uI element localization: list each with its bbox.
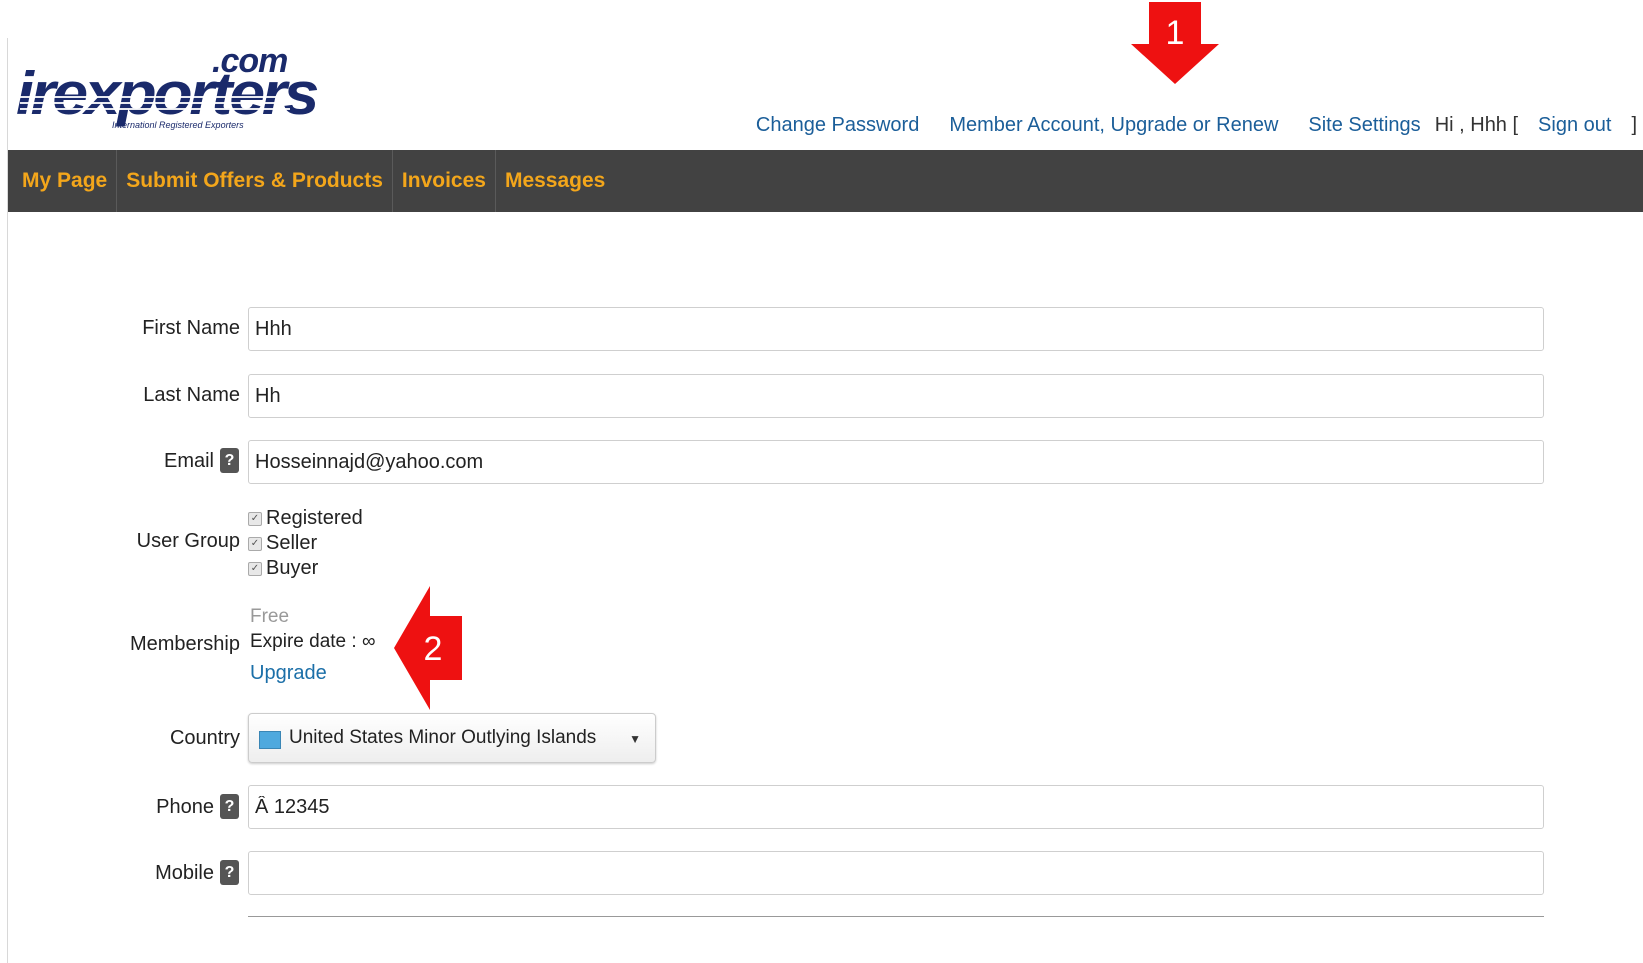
phone-label: Phone xyxy=(156,796,214,818)
member-account-link[interactable]: Member Account, Upgrade or Renew xyxy=(949,114,1278,137)
annotation-number-2: 2 xyxy=(423,630,443,668)
seller-label: Seller xyxy=(266,532,318,554)
buyer-label: Buyer xyxy=(266,557,319,579)
buyer-checkbox[interactable]: ✓ xyxy=(248,561,262,576)
last-name-field[interactable] xyxy=(248,374,1544,418)
logo-tagline: Internationl Registered Exporters xyxy=(112,120,244,130)
sign-out-link[interactable]: Sign out xyxy=(1538,114,1611,137)
nav-messages[interactable]: Messages xyxy=(496,150,614,212)
email-label: Email xyxy=(163,450,214,472)
phone-help-icon[interactable]: ? xyxy=(220,794,239,819)
registered-label: Registered xyxy=(266,507,363,529)
last-name-label: Last Name xyxy=(143,384,240,406)
first-name-label: First Name xyxy=(142,317,240,339)
country-value: United States Minor Outlying Islands xyxy=(289,727,597,748)
site-settings-link[interactable]: Site Settings xyxy=(1308,114,1420,137)
nav-submit-offers[interactable]: Submit Offers & Products xyxy=(117,150,393,212)
dropdown-caret-icon: ▼ xyxy=(629,732,641,746)
user-group-registered[interactable]: ✓ Registered xyxy=(248,507,363,530)
membership-expire-date: Expire date : ∞ xyxy=(250,631,376,652)
change-password-link[interactable]: Change Password xyxy=(756,114,919,137)
annotation-number-1: 1 xyxy=(1165,14,1185,52)
user-group-seller[interactable]: ✓ Seller xyxy=(248,532,317,555)
registered-checkbox[interactable]: ✓ xyxy=(248,511,262,526)
first-name-field[interactable] xyxy=(248,307,1544,351)
page: .com irexporters Internationl Registered… xyxy=(0,0,1643,963)
nav-invoices[interactable]: Invoices xyxy=(393,150,496,212)
membership-plan: Free xyxy=(250,606,290,627)
mobile-help-icon[interactable]: ? xyxy=(220,860,239,885)
logo-wordmark: irexporters xyxy=(16,60,319,127)
user-group-buyer[interactable]: ✓ Buyer xyxy=(248,557,318,580)
mobile-label: Mobile xyxy=(155,862,214,884)
user-greeting: Hi , Hhh [ xyxy=(1434,113,1519,136)
top-account-links: Change Password Member Account, Upgrade … xyxy=(756,110,1637,140)
close-bracket: ] xyxy=(1631,113,1637,136)
email-help-icon[interactable]: ? xyxy=(220,448,239,473)
site-logo[interactable]: .com irexporters Internationl Registered… xyxy=(16,42,319,142)
phone-field[interactable] xyxy=(248,785,1544,829)
upgrade-link[interactable]: Upgrade xyxy=(250,662,327,685)
email-field[interactable] xyxy=(248,440,1544,484)
seller-checkbox[interactable]: ✓ xyxy=(248,536,262,551)
country-flag-icon xyxy=(259,730,281,749)
main-nav: My Page Submit Offers & Products Invoice… xyxy=(8,150,1643,212)
next-field-edge xyxy=(248,916,1544,917)
country-label: Country xyxy=(169,727,240,749)
membership-label: Membership xyxy=(129,633,240,655)
mobile-field[interactable] xyxy=(248,851,1544,895)
nav-my-page[interactable]: My Page xyxy=(8,150,118,212)
country-select[interactable]: United States Minor Outlying Islands ▼ xyxy=(248,713,656,763)
user-group-label: User Group xyxy=(136,530,240,552)
